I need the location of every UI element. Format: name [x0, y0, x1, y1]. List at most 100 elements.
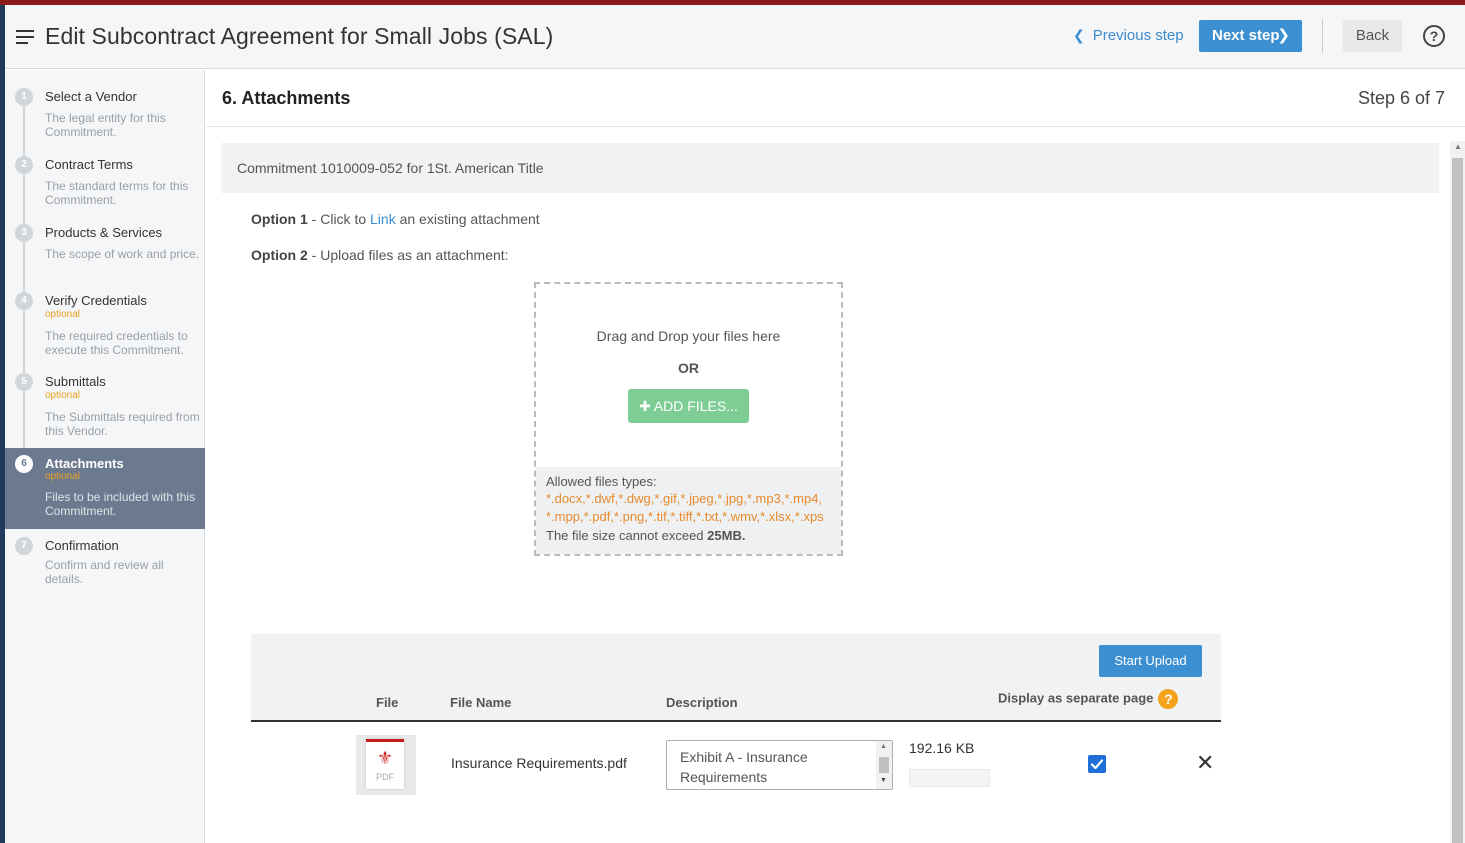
allowed-types-list: *.docx,*.dwf,*.dwg,*.gif,*.jpeg,*.jpg,*.… — [546, 491, 823, 506]
step-connector — [23, 391, 25, 454]
step-description: The required credentials to execute this… — [45, 329, 188, 357]
scroll-up-icon[interactable]: ▲ — [1454, 142, 1462, 151]
description-textarea[interactable]: Exhibit A - Insurance Requirements ▲ ▼ — [666, 740, 893, 790]
step-connector — [23, 106, 25, 156]
previous-step-label: Previous step — [1092, 27, 1184, 44]
step-optional-tag: optional — [45, 309, 81, 320]
close-icon[interactable]: ✕ — [1196, 750, 1214, 776]
step-number: 1 — [15, 88, 33, 106]
add-files-label: ADD FILES... — [653, 398, 738, 414]
step-number: 6 — [15, 455, 33, 473]
step-number: 5 — [15, 373, 33, 391]
step-title: Verify Credentials — [45, 293, 147, 308]
option-2-label: Option 2 — [251, 247, 308, 263]
sidebar-step-attachments[interactable]: 6 Attachments optional Files to be inclu… — [5, 448, 205, 529]
scroll-down-icon[interactable]: ▼ — [880, 777, 887, 784]
allowed-types-panel: Allowed files types: *.docx,*.dwf,*.dwg,… — [536, 467, 841, 554]
step-optional-tag: optional — [45, 390, 81, 401]
file-dropzone[interactable]: Drag and Drop your files here OR ✚ ADD FI… — [534, 282, 843, 556]
plus-icon: ✚ — [639, 398, 651, 414]
description-value: Exhibit A - Insurance Requirements — [680, 749, 808, 785]
option-1-suffix: an existing attachment — [395, 211, 540, 227]
step-description: The Submittals required from this Vendor… — [45, 410, 200, 438]
step-counter: Step 6 of 7 — [1358, 88, 1446, 108]
step-title: Submittals — [45, 374, 106, 389]
sidebar-step-contract-terms[interactable]: 2 Contract Terms The standard terms for … — [5, 156, 205, 224]
pdf-label: PDF — [376, 772, 394, 782]
step-number: 2 — [15, 156, 33, 174]
step-description: The scope of work and price. — [45, 247, 200, 261]
pdf-page: ⚜ PDF — [366, 739, 404, 789]
commitment-banner: Commitment 1010009-052 for 1St. American… — [221, 143, 1439, 193]
step-description: The legal entity for this Commitment. — [45, 111, 166, 139]
acrobat-symbol: ⚜ — [376, 748, 394, 768]
scroll-thumb[interactable] — [879, 757, 889, 773]
step-title: Contract Terms — [45, 157, 133, 172]
header-bar: Edit Subcontract Agreement for Small Job… — [5, 5, 1465, 69]
size-limit-text: The file size cannot exceed — [546, 528, 708, 543]
next-step-button[interactable]: Next step ❯ — [1199, 20, 1302, 52]
step-number: 3 — [15, 224, 33, 242]
dropzone-instruction: Drag and Drop your files here — [596, 328, 781, 344]
display-separate-checkbox[interactable] — [1088, 755, 1106, 773]
checkmark-icon — [1090, 759, 1104, 770]
chevron-right-icon: ❯ — [1277, 27, 1290, 44]
column-header-display-separate: Display as separate page? — [998, 689, 1179, 709]
column-header-file-name: File Name — [450, 695, 512, 710]
sidebar-step-submittals[interactable]: 5 Submittals optional The Submittals req… — [5, 373, 205, 454]
file-name: Insurance Requirements.pdf — [451, 755, 627, 771]
section-title: 6. Attachments — [222, 88, 351, 108]
option-1-text: Option 1 - Click to Link an existing att… — [251, 211, 540, 227]
page-title: Edit Subcontract Agreement for Small Job… — [45, 23, 554, 49]
scroll-up-icon[interactable]: ▲ — [880, 743, 887, 750]
column-header-description: Description — [666, 695, 738, 710]
main-content: 6. Attachments Step 6 of 7 Commitment 10… — [206, 70, 1465, 843]
file-size: 192.16 KB — [909, 740, 975, 756]
step-connector — [23, 174, 25, 224]
link-attachment-link[interactable]: Link — [370, 211, 396, 227]
section-divider — [206, 126, 1465, 127]
display-separate-label: Display as separate page — [998, 690, 1154, 706]
step-description: Confirm and review all details. — [45, 558, 164, 586]
file-size-limit: The file size cannot exceed 25MB. — [546, 526, 831, 546]
start-upload-button[interactable]: Start Upload — [1099, 645, 1202, 677]
option-2-description: - Upload files as an attachment: — [307, 247, 509, 263]
dropzone-or: OR — [678, 360, 699, 376]
step-title: Products & Services — [45, 225, 163, 240]
step-title: Attachments — [45, 456, 124, 471]
step-title: Confirmation — [45, 538, 119, 553]
table-header-rule — [251, 720, 1221, 722]
option-1-prefix: - Click to — [307, 211, 371, 227]
previous-step-button[interactable]: ❮ Previous step — [1073, 27, 1184, 44]
hamburger-icon[interactable] — [16, 30, 34, 44]
sidebar-step-confirmation[interactable]: 7 Confirmation Confirm and review all de… — [5, 537, 205, 597]
sidebar-step-verify-credentials[interactable]: 4 Verify Credentials optional The requir… — [5, 292, 205, 373]
add-files-button[interactable]: ✚ ADD FILES... — [628, 389, 749, 423]
wizard-sidebar: 1 Select a Vendor The legal entity for t… — [5, 70, 205, 843]
step-connector — [23, 242, 25, 292]
step-number: 7 — [15, 537, 33, 555]
column-header-file: File — [376, 695, 399, 710]
allowed-types-label: Allowed files types: — [546, 474, 657, 489]
content-scrollbar[interactable]: ▲ — [1450, 141, 1465, 843]
chevron-left-icon: ❮ — [1073, 27, 1085, 43]
scroll-thumb[interactable] — [1452, 158, 1463, 843]
description-scrollbar[interactable]: ▲ ▼ — [876, 741, 892, 789]
step-description: Files to be included with this Commitmen… — [45, 490, 196, 518]
sidebar-step-select-vendor[interactable]: 1 Select a Vendor The legal entity for t… — [5, 88, 205, 156]
next-step-label: Next step — [1212, 27, 1280, 44]
pdf-file-icon: ⚜ PDF — [356, 735, 416, 795]
size-limit-value: 25MB. — [707, 528, 746, 543]
step-connector — [23, 310, 25, 373]
step-optional-tag: optional — [45, 471, 81, 482]
question-circle-icon[interactable]: ? — [1423, 25, 1445, 47]
help-badge-icon[interactable]: ? — [1158, 689, 1179, 709]
back-button[interactable]: Back — [1343, 20, 1402, 52]
header-divider — [1322, 19, 1323, 53]
upload-progress-bar — [909, 769, 990, 787]
allowed-types-list: *.mpp,*.pdf,*.png,*.tif,*.tiff,*.txt,*.w… — [546, 509, 824, 524]
step-description: The standard terms for this Commitment. — [45, 179, 189, 207]
step-title: Select a Vendor — [45, 89, 137, 104]
pdf-page-bar — [366, 739, 404, 742]
sidebar-step-products-services[interactable]: 3 Products & Services The scope of work … — [5, 224, 205, 292]
